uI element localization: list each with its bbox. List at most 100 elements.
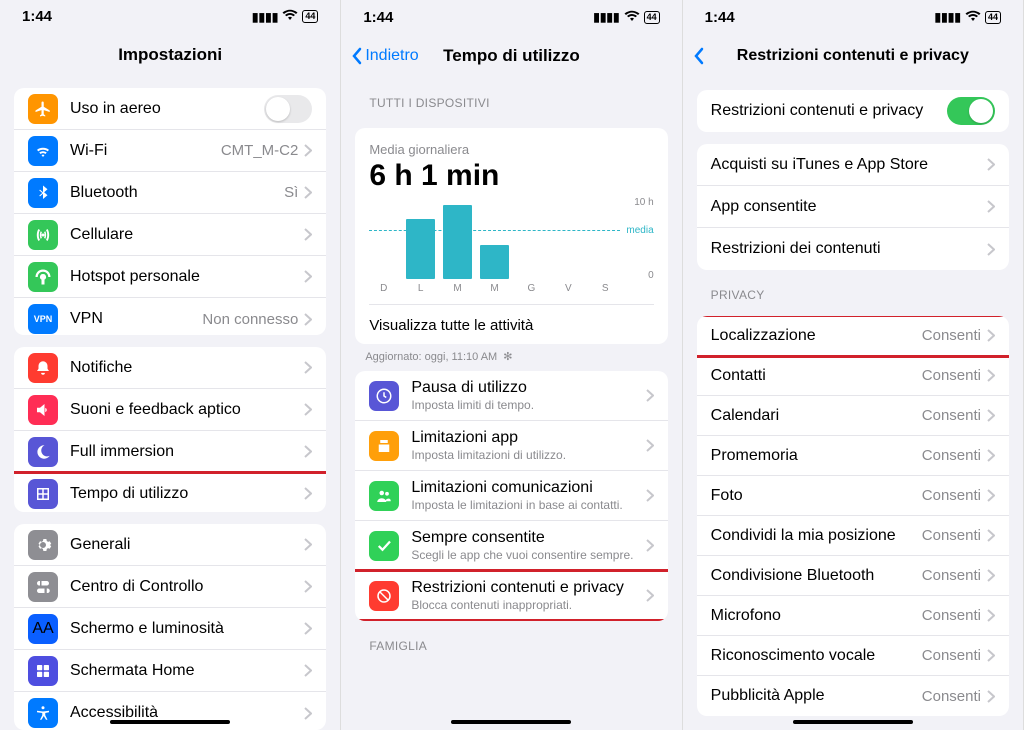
vpn-icon: VPN [28,304,58,334]
row-wifi[interactable]: Wi-FiCMT_M-C2 [14,130,326,172]
row-applimits[interactable]: Limitazioni appImposta limitazioni di ut… [355,421,667,471]
row-alwaysallowed[interactable]: Sempre consentiteScegli le app che vuoi … [355,521,667,571]
chart-subtitle: Media giornaliera [369,142,653,157]
status-time: 1:44 [363,9,393,26]
row-vpn[interactable]: VPNVPNNon connesso [14,298,326,335]
signal-icon: ▮▮▮▮ [935,10,961,24]
row-microphone[interactable]: MicrofonoConsenti [697,596,1009,636]
chart-bar [443,205,472,279]
home-indicator[interactable] [110,720,230,724]
restrictions-toggle[interactable] [947,97,995,125]
airplane-toggle[interactable] [264,95,312,123]
row-label: Restrizioni contenuti e privacy [411,579,645,597]
row-speech[interactable]: Riconoscimento vocaleConsenti [697,636,1009,676]
row-contacts[interactable]: ContattiConsenti [697,356,1009,396]
row-btshare[interactable]: Condivisione BluetoothConsenti [697,556,1009,596]
chevron-right-icon [304,270,312,283]
chart-x-labels: DLMMGVS [369,283,653,294]
view-all-activity[interactable]: Visualizza tutte le attività [369,304,653,334]
row-reminders[interactable]: PromemoriaConsenti [697,436,1009,476]
chevron-right-icon [987,489,995,502]
row-focus[interactable]: Full immersion [14,431,326,473]
status-bar: 1:44 ▮▮▮▮ 44 [683,0,1023,34]
chevron-right-icon [304,403,312,416]
row-label: Pubblicità Apple [711,687,922,705]
row-label: Centro di Controllo [70,578,304,596]
navbar: Indietro Tempo di utilizzo [341,34,681,78]
row-general[interactable]: Generali [14,524,326,566]
chevron-right-icon [304,228,312,241]
chevron-right-icon [987,243,995,256]
row-location[interactable]: LocalizzazioneConsenti [697,316,1009,356]
status-right: ▮▮▮▮ 44 [252,9,318,24]
row-photos[interactable]: FotoConsenti [697,476,1009,516]
row-accessibility[interactable]: Accessibilità [14,692,326,730]
chevron-right-icon [646,539,654,552]
row-cellular[interactable]: Cellulare [14,214,326,256]
commlimits-icon [369,481,399,511]
group-privacy: LocalizzazioneConsentiContattiConsentiCa… [697,316,1009,716]
row-label: Contatti [711,367,922,385]
row-value: Sì [284,184,298,201]
row-notifications[interactable]: Notifiche [14,347,326,389]
row-value: Consenti [922,527,981,544]
row-bluetooth[interactable]: BluetoothSì [14,172,326,214]
row-label: Sempre consentite [411,529,645,547]
row-homescreen[interactable]: Schermata Home [14,650,326,692]
row-value: Consenti [922,647,981,664]
row-display[interactable]: AASchermo e luminosità [14,608,326,650]
chart-day-label: M [443,283,472,294]
chart-value: 6 h 1 min [369,159,653,193]
chart-bar [480,245,509,279]
row-appleads[interactable]: Pubblicità AppleConsenti [697,676,1009,716]
screen-settings: 1:44 ▮▮▮▮ 44 Impostazioni Uso in aereoWi… [0,0,341,730]
chevron-right-icon [987,569,995,582]
navbar: Impostazioni [0,33,340,76]
back-button[interactable] [693,47,705,65]
media-line [369,230,619,231]
row-sounds[interactable]: Suoni e feedback aptico [14,389,326,431]
row-contentrestrict[interactable]: Restrizioni dei contenuti [697,228,1009,270]
row-sublabel: Imposta le limitazioni in base ai contat… [411,498,645,512]
downtime-icon [369,381,399,411]
chart-bar [406,219,435,279]
row-restrictions[interactable]: Restrizioni contenuti e privacyBlocca co… [355,571,667,621]
signal-icon: ▮▮▮▮ [252,10,278,24]
chevron-right-icon [304,538,312,551]
row-value: CMT_M-C2 [221,142,299,159]
row-label: Condivisione Bluetooth [711,567,922,585]
home-indicator[interactable] [451,720,571,724]
row-value: Consenti [922,367,981,384]
controlcenter-icon [28,572,58,602]
chevron-right-icon [987,609,995,622]
home-indicator[interactable] [793,720,913,724]
row-label: Foto [711,487,922,505]
row-controlcenter[interactable]: Centro di Controllo [14,566,326,608]
restrictions-toggle-label: Restrizioni contenuti e privacy [711,102,947,120]
row-calendars[interactable]: CalendariConsenti [697,396,1009,436]
row-downtime[interactable]: Pausa di utilizzoImposta limiti di tempo… [355,371,667,421]
row-airplane[interactable]: Uso in aereo [14,88,326,130]
chart-day-label: M [480,283,509,294]
chevron-right-icon [987,200,995,213]
row-label: Limitazioni comunicazioni [411,479,645,497]
row-label: Suoni e feedback aptico [70,401,304,419]
row-commlimits[interactable]: Limitazioni comunicazioniImposta le limi… [355,471,667,521]
chevron-right-icon [646,589,654,602]
back-button[interactable]: Indietro [351,47,418,65]
battery-icon: 44 [985,11,1001,24]
row-screentime[interactable]: Tempo di utilizzo [14,473,326,512]
page-title: Tempo di utilizzo [443,46,580,66]
row-label: Limitazioni app [411,429,645,447]
row-hotspot[interactable]: Hotspot personale [14,256,326,298]
row-sharelocation[interactable]: Condividi la mia posizioneConsenti [697,516,1009,556]
row-label: App consentite [711,198,987,216]
group-screentime-options: Pausa di utilizzoImposta limiti di tempo… [355,371,667,621]
chevron-right-icon [304,580,312,593]
media-label: media [626,225,653,236]
notifications-icon [28,353,58,383]
accessibility-icon [28,698,58,728]
row-allowedapps[interactable]: App consentite [697,186,1009,228]
row-itunes[interactable]: Acquisti su iTunes e App Store [697,144,1009,186]
restrictions-toggle-row[interactable]: Restrizioni contenuti e privacy [697,90,1009,132]
